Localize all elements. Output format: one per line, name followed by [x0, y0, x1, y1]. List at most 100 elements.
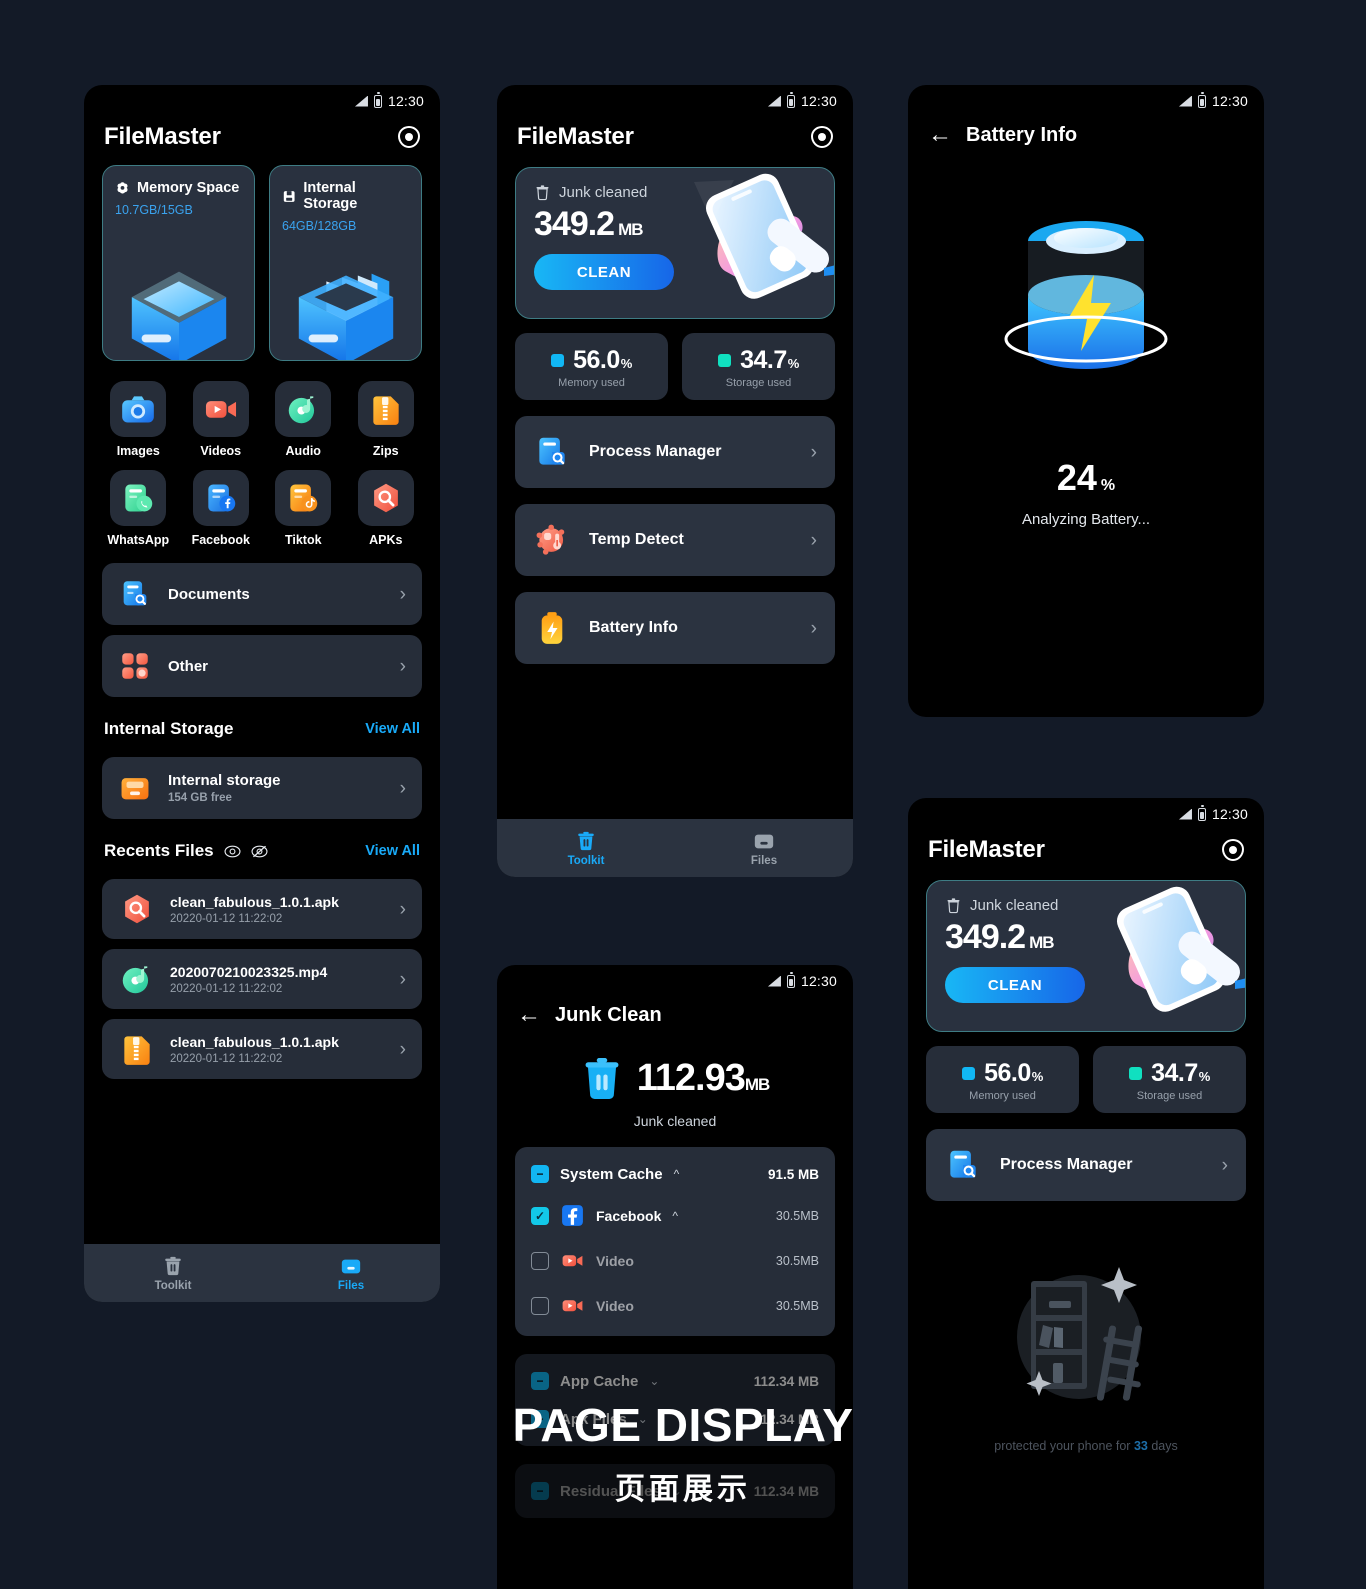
recent-file-row[interactable]: 2020070210023325.mp4 20220-01-12 11:22:0… [102, 949, 422, 1009]
battery-content: 24% Analyzing Battery... [908, 157, 1264, 528]
nav-files[interactable]: Files [262, 1244, 440, 1302]
chevron-down-icon[interactable]: ⌄ [672, 1484, 682, 1498]
video-icon [560, 1293, 585, 1318]
junk-child-row[interactable]: Video 30.5MB [515, 1238, 835, 1283]
category-images[interactable]: Images [102, 381, 175, 458]
phone-toolkit-empty-screen: 12:30 FileMaster Junk cleaned 349.2 MB CL… [908, 798, 1264, 1589]
junk-group-residual-files: − Residual Files ⌄ 112.34 MB [515, 1464, 835, 1518]
target-eye-icon[interactable] [811, 126, 833, 148]
memory-space-card[interactable]: Memory Space 10.7GB/15GB [102, 165, 255, 361]
row-other[interactable]: Other › [102, 635, 422, 697]
memory-used-value: 56.0 [984, 1059, 1031, 1087]
clean-button[interactable]: CLEAN [945, 967, 1085, 1003]
storage-used-top: 34.7% [682, 346, 835, 375]
target-eye-icon[interactable] [398, 126, 420, 148]
memory-used-percent: % [620, 356, 633, 371]
chevron-down-icon[interactable]: ⌄ [649, 1374, 659, 1388]
recent-file-row[interactable]: clean_fabulous_1.0.1.apk 20220-01-12 11:… [102, 1019, 422, 1079]
recent-file-row[interactable]: clean_fabulous_1.0.1.apk 20220-01-12 11:… [102, 879, 422, 939]
nav-toolkit[interactable]: Toolkit [497, 819, 675, 877]
memory-used-label: Memory used [558, 377, 625, 389]
nav-files[interactable]: Files [675, 819, 853, 877]
row-documents[interactable]: Documents › [102, 563, 422, 625]
chevron-right-icon: › [810, 529, 817, 551]
junk-group-header[interactable]: − System Cache ^ 91.5 MB [515, 1155, 835, 1193]
memory-used-percent: % [1031, 1069, 1044, 1084]
category-apks[interactable]: APKs [350, 470, 423, 547]
internal-storage-illustration [287, 248, 405, 360]
tool-temp-detect[interactable]: Temp Detect › [515, 504, 835, 576]
storage-used-card: 34.7% Storage used [682, 333, 835, 400]
nav-label: Toolkit [567, 854, 605, 867]
checkbox-empty-icon[interactable] [531, 1251, 549, 1270]
signal-icon [1179, 96, 1192, 107]
junk-child-row[interactable]: Video 30.5MB [515, 1283, 835, 1328]
category-facebook[interactable]: Facebook [185, 470, 258, 547]
junk-child-row[interactable]: ✓ Facebook ^ 30.5MB [515, 1193, 835, 1238]
chevron-right-icon: › [399, 655, 406, 677]
junk-group-size: 112.34 MB [753, 1373, 819, 1389]
phone-junk-clean-screen: 12:30 ← Junk Clean 112.93MB Junk cleaned… [497, 965, 853, 1589]
memory-used-top: 56.0% [926, 1059, 1079, 1088]
tool-process-manager[interactable]: Process Manager › [515, 416, 835, 488]
storage-dot-icon [1129, 1067, 1143, 1080]
trash-icon [575, 830, 597, 852]
junk-clean-number: 112.93MB [637, 1057, 771, 1100]
junk-clean-app-bar: ← Junk Clean [497, 997, 853, 1037]
memory-used-value-row: 56.0% [573, 346, 632, 375]
eye-off-icon[interactable] [251, 845, 268, 858]
back-arrow-icon[interactable]: ← [928, 123, 952, 147]
checkbox-empty-icon[interactable] [531, 1296, 549, 1315]
protect-suffix: days [1147, 1439, 1178, 1453]
checkbox-checked-icon[interactable]: ✓ [531, 1206, 549, 1225]
nav-toolkit[interactable]: Toolkit [84, 1244, 262, 1302]
junk-group-header[interactable]: − Residual Files ⌄ 112.34 MB [515, 1472, 835, 1510]
junk-clean-value-row: 112.93MB [581, 1055, 770, 1101]
internal-storage-row[interactable]: Internal storage 154 GB free › [102, 757, 422, 819]
status-bar: 12:30 [908, 798, 1264, 830]
stats-row: 56.0% Memory used 34.7% Storage used [497, 319, 853, 400]
recent-file-date: 20220-01-12 11:22:02 [170, 1052, 283, 1065]
category-audio[interactable]: Audio [267, 381, 340, 458]
bottom-nav: Toolkit Files [84, 1244, 440, 1302]
junk-group-header[interactable]: − App Cache ⌄ 112.34 MB [515, 1362, 835, 1400]
category-zips[interactable]: Zips [350, 381, 423, 458]
tool-battery-info[interactable]: Battery Info › [515, 592, 835, 664]
checkbox-partial-icon[interactable]: − [531, 1372, 549, 1390]
temp-detect-icon [533, 521, 571, 559]
chevron-down-icon[interactable]: ⌄ [638, 1412, 648, 1426]
chevron-up-icon[interactable]: ^ [672, 1209, 678, 1223]
recent-file-text: 2020070210023325.mp4 20220-01-12 11:22:0… [170, 964, 386, 995]
tool-process-manager[interactable]: Process Manager › [926, 1129, 1246, 1201]
hero-unit: MB [618, 220, 643, 239]
target-eye-icon[interactable] [1222, 839, 1244, 861]
view-all-link[interactable]: View All [365, 843, 420, 859]
nav-label: Toolkit [154, 1279, 192, 1292]
images-icon [110, 381, 167, 437]
tool-label: Temp Detect [589, 531, 684, 548]
junk-group-header[interactable]: − Apk Files ⌄ 112.34 MB [515, 1400, 835, 1438]
page-title: Junk Clean [555, 1003, 662, 1026]
category-whatsapp[interactable]: WhatsApp [102, 470, 175, 547]
nav-label: Files [337, 1279, 365, 1292]
chevron-right-icon: › [399, 968, 406, 990]
checkbox-partial-icon[interactable]: − [531, 1410, 549, 1428]
junk-group-size: 112.34 MB [753, 1411, 819, 1427]
clean-button[interactable]: CLEAN [534, 254, 674, 290]
view-all-link[interactable]: View All [365, 721, 420, 737]
category-videos[interactable]: Videos [185, 381, 258, 458]
back-arrow-icon[interactable]: ← [517, 1003, 541, 1027]
checkbox-partial-icon[interactable]: − [531, 1165, 549, 1183]
chevron-right-icon: › [399, 583, 406, 605]
checkbox-partial-icon[interactable]: − [531, 1482, 549, 1500]
stats-row: 56.0% Memory used 34.7% Storage used [908, 1032, 1264, 1113]
junk-group-size: 91.5 MB [767, 1166, 819, 1182]
page-title: FileMaster [517, 123, 634, 150]
chevron-right-icon: › [810, 441, 817, 463]
internal-storage-card[interactable]: Internal Storage 64GB/128GB [269, 165, 422, 361]
eye-icon[interactable] [224, 845, 241, 858]
memory-dot-icon [962, 1067, 976, 1080]
junk-child-size: 30.5MB [775, 1253, 819, 1268]
category-tiktok[interactable]: Tiktok [267, 470, 340, 547]
chevron-up-icon[interactable]: ^ [674, 1167, 680, 1181]
